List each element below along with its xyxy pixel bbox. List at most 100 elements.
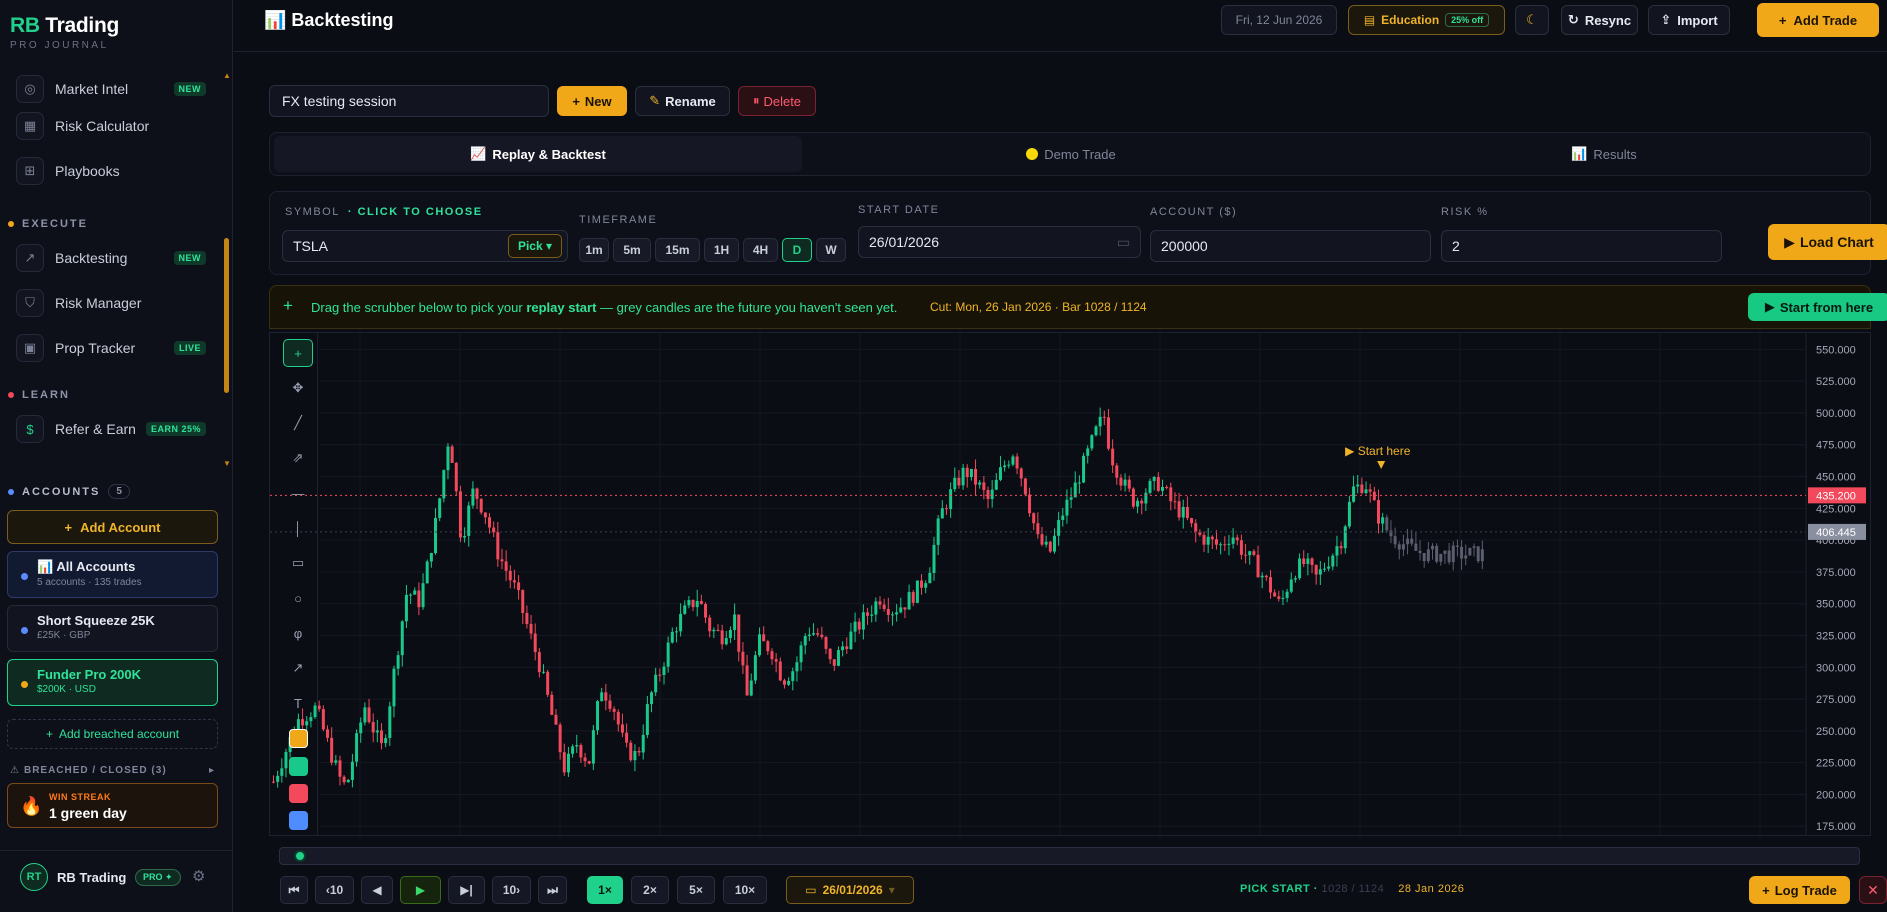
candle-body: [1447, 550, 1451, 563]
crosshair-tool-icon[interactable]: +: [283, 339, 313, 367]
y-tick-label: 425.000: [1816, 503, 1856, 515]
add-breached-account-button[interactable]: + Add breached account: [7, 719, 218, 749]
timeframe-4h[interactable]: 4H: [743, 238, 778, 262]
pick-symbol-button[interactable]: Pick ▾: [508, 234, 562, 258]
upload-icon: ⇪: [1660, 12, 1672, 27]
candle-body: [571, 746, 575, 754]
text-tool-icon[interactable]: T: [283, 689, 313, 717]
rectangle-tool-icon[interactable]: ▭: [283, 549, 313, 577]
gear-icon[interactable]: ⚙: [192, 867, 205, 885]
color-swatch-green[interactable]: [289, 757, 308, 776]
current-date: Fri, 12 Jun 2026: [1221, 5, 1337, 35]
replay-date-picker[interactable]: ▭ 26/01/2026 ▾: [786, 876, 914, 904]
log-trade-button[interactable]: + Log Trade: [1749, 876, 1850, 904]
accounts-count: 5: [108, 484, 130, 499]
back-10-button[interactable]: ‹10: [315, 876, 354, 904]
sidebar-item-market-intel[interactable]: ◎ Market Intel NEW: [16, 72, 206, 106]
candlestick-chart[interactable]: 550.000 525.000 500.000 475.000 450.000 425.0…: [270, 333, 1871, 836]
tab-demo-trade[interactable]: Demo Trade: [807, 136, 1335, 172]
sidebar-item-refer-earn[interactable]: $ Refer & Earn EARN 25%: [16, 412, 206, 446]
close-icon[interactable]: ✕: [1859, 876, 1887, 904]
session-name-input[interactable]: FX testing session: [269, 85, 549, 117]
globe-icon: ◎: [16, 75, 44, 103]
speed-2x[interactable]: 2×: [631, 876, 669, 904]
y-tick-label: 300.000: [1816, 662, 1856, 674]
candle-body: [454, 462, 458, 492]
brand-logo[interactable]: RB Trading PRO JOURNAL: [10, 14, 119, 51]
scrubber-handle[interactable]: [294, 850, 306, 862]
arrow-tool-icon[interactable]: ↗: [283, 654, 313, 682]
sidebar-item-risk-manager[interactable]: ⛉ Risk Manager: [16, 286, 206, 320]
account-all[interactable]: 📊 All Accounts 5 accounts · 135 trades: [7, 551, 218, 598]
account-short-squeeze[interactable]: Short Squeeze 25K £25K · GBP: [7, 605, 218, 652]
add-trade-button[interactable]: + Add Trade: [1757, 3, 1879, 37]
theme-toggle[interactable]: ☾: [1515, 5, 1549, 35]
account-input[interactable]: 200000: [1150, 230, 1431, 262]
tab-results[interactable]: 📊 Results: [1340, 136, 1868, 172]
delete-session-button[interactable]: ⏸ Delete: [738, 86, 816, 116]
ray-tool-icon[interactable]: ⇗: [283, 444, 313, 472]
start-from-here-button[interactable]: ▶ Start from here: [1748, 293, 1887, 321]
price-chart[interactable]: 550.000 525.000 500.000 475.000 450.000 425.0…: [269, 332, 1871, 836]
candle-body: [1190, 518, 1194, 524]
load-chart-button[interactable]: ▶ Load Chart: [1768, 224, 1887, 260]
sidebar-item-backtesting[interactable]: ↗ Backtesting NEW: [16, 241, 206, 275]
rename-session-button[interactable]: ✎ Rename: [635, 86, 730, 116]
circle-tool-icon[interactable]: ○: [283, 584, 313, 612]
account-funder-pro[interactable]: Funder Pro 200K $200K · USD: [7, 659, 218, 706]
add-account-button[interactable]: + Add Account: [7, 510, 218, 544]
candle-body: [554, 714, 558, 725]
candle-body: [1331, 555, 1335, 567]
trendline-tool-icon[interactable]: ╱: [283, 409, 313, 437]
candle-body: [587, 761, 591, 764]
candle-body: [1140, 500, 1144, 504]
timeframe-1m[interactable]: 1m: [579, 238, 609, 262]
step-back-icon[interactable]: ◀: [361, 876, 393, 904]
fibonacci-tool-icon[interactable]: φ: [283, 619, 313, 647]
resync-button[interactable]: ↻ Resync: [1561, 5, 1638, 35]
tab-replay-backtest[interactable]: 📈 Replay & Backtest: [274, 136, 802, 172]
timeframe-1h[interactable]: 1H: [704, 238, 739, 262]
candle-body: [749, 680, 753, 696]
horizontal-line-tool-icon[interactable]: —: [283, 479, 313, 507]
sidebar-item-playbooks[interactable]: ⊞ Playbooks: [16, 154, 206, 188]
breached-section-toggle[interactable]: ⚠ BREACHED / CLOSED (3) ▸: [10, 765, 215, 776]
start-date-input[interactable]: 26/01/2026 ▭: [858, 226, 1141, 258]
timeframe-w[interactable]: W: [816, 238, 846, 262]
timeframe-5m[interactable]: 5m: [613, 238, 651, 262]
speed-5x[interactable]: 5×: [677, 876, 715, 904]
candle-body: [1406, 538, 1410, 545]
education-button[interactable]: ▤ Education 25% off: [1348, 5, 1505, 35]
dollar-icon: $: [16, 415, 44, 443]
new-session-button[interactable]: + New: [557, 86, 627, 116]
import-button[interactable]: ⇪ Import: [1648, 5, 1730, 35]
replay-scrubber[interactable]: [279, 847, 1860, 865]
timeframe-d[interactable]: D: [782, 238, 812, 262]
play-icon[interactable]: ▶: [400, 876, 441, 904]
candle-body: [641, 734, 645, 753]
candle-body: [799, 645, 803, 663]
speed-1x[interactable]: 1×: [587, 876, 623, 904]
candle-body: [1281, 597, 1285, 599]
user-profile[interactable]: RT RB Trading PRO ✦ ⚙: [0, 850, 233, 912]
color-swatch-blue[interactable]: [289, 811, 308, 830]
forward-10-button[interactable]: 10›: [492, 876, 531, 904]
timeframe-15m[interactable]: 15m: [655, 238, 700, 262]
color-swatch-red[interactable]: [289, 784, 308, 803]
candle-body: [500, 559, 504, 562]
risk-input[interactable]: 2: [1441, 230, 1722, 262]
skip-to-end-icon[interactable]: ⏭: [538, 876, 567, 904]
color-swatch-orange[interactable]: [289, 729, 308, 748]
candle-body: [620, 724, 624, 733]
candle-body: [920, 580, 924, 588]
speed-10x[interactable]: 10×: [723, 876, 767, 904]
calendar-icon[interactable]: ▭: [1117, 234, 1130, 251]
step-forward-icon[interactable]: ▶|: [448, 876, 485, 904]
move-tool-icon[interactable]: ✥: [283, 374, 313, 402]
skip-to-start-icon[interactable]: ⏮: [280, 876, 308, 904]
sidebar-item-risk-calculator[interactable]: ▦ Risk Calculator: [16, 109, 206, 143]
vertical-line-tool-icon[interactable]: │: [283, 514, 313, 542]
candle-body: [1426, 549, 1430, 562]
live-badge: LIVE: [173, 341, 206, 355]
sidebar-item-prop-tracker[interactable]: ▣ Prop Tracker LIVE: [16, 331, 206, 365]
